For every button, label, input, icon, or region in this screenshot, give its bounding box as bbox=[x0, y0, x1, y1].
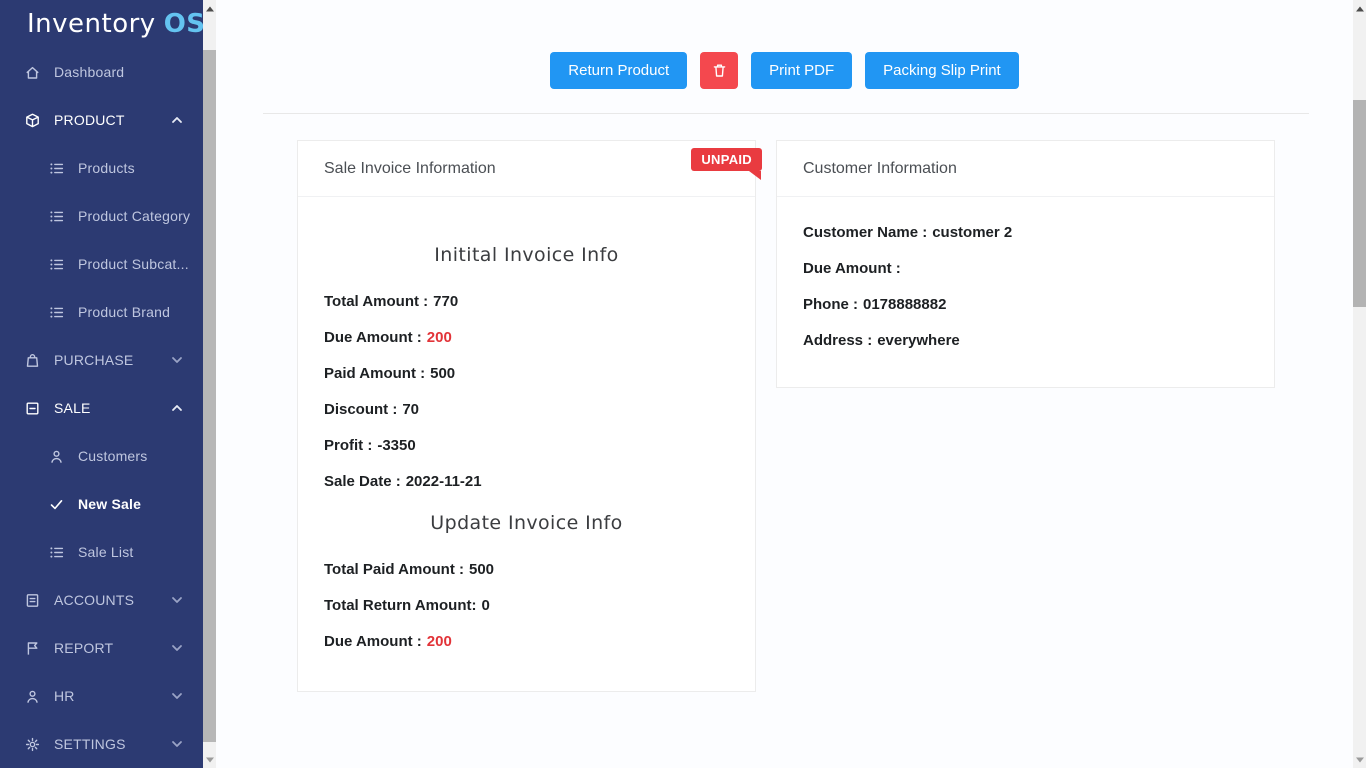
profit-line: Profit :-3350 bbox=[324, 438, 729, 453]
return-product-button[interactable]: Return Product bbox=[550, 52, 687, 89]
sidebar-item-product-category[interactable]: Product Category bbox=[0, 192, 203, 240]
trash-icon bbox=[711, 62, 728, 79]
brand-name: Inventory bbox=[27, 9, 156, 39]
brand-logo: Inventory OS bbox=[0, 0, 203, 48]
sidebar-item-purchase[interactable]: PURCHASE bbox=[0, 336, 203, 384]
paid-amount-line: Paid Amount :500 bbox=[324, 366, 729, 381]
sale-date-line: Sale Date :2022-11-21 bbox=[324, 474, 729, 489]
customer-name-line: Customer Name :customer 2 bbox=[803, 225, 1248, 240]
toolbar: Return Product Print PDF Packing Slip Pr… bbox=[216, 52, 1353, 89]
sale-invoice-card-title: Sale Invoice Information bbox=[324, 160, 496, 178]
scroll-down-arrow-icon[interactable] bbox=[1353, 752, 1366, 767]
customer-info-card: Customer Information Customer Name :cust… bbox=[776, 140, 1275, 388]
customer-info-card-header: Customer Information bbox=[777, 141, 1274, 197]
sidebar-item-products[interactable]: Products bbox=[0, 144, 203, 192]
sale-invoice-card-body: Initital Invoice Info Total Amount :770 … bbox=[298, 242, 755, 649]
brand-suffix: OS bbox=[164, 9, 203, 39]
customer-phone-line: Phone :0178888882 bbox=[803, 297, 1248, 312]
scroll-down-arrow-icon[interactable] bbox=[203, 752, 216, 767]
sidebar-item-new-sale[interactable]: New Sale bbox=[0, 480, 203, 528]
sidebar-item-product-subcategory[interactable]: Product Subcat... bbox=[0, 240, 203, 288]
check-icon bbox=[48, 496, 65, 513]
chevron-down-icon bbox=[169, 688, 185, 704]
chevron-up-icon bbox=[169, 112, 185, 128]
sidebar-item-label: Products bbox=[78, 160, 135, 176]
receipt-icon bbox=[24, 400, 41, 417]
gear-icon bbox=[24, 736, 41, 753]
customer-due-amount-line: Due Amount : bbox=[803, 261, 1248, 276]
person-icon bbox=[48, 448, 65, 465]
sidebar-item-settings[interactable]: SETTINGS bbox=[0, 720, 203, 768]
update-invoice-heading: Update Invoice Info bbox=[324, 510, 729, 536]
sidebar-item-label: Product Brand bbox=[78, 304, 170, 320]
list-icon bbox=[48, 304, 65, 321]
sale-invoice-card: Sale Invoice Information UNPAID Initital… bbox=[297, 140, 756, 692]
scroll-up-arrow-icon[interactable] bbox=[203, 1, 216, 16]
sidebar-item-report[interactable]: REPORT bbox=[0, 624, 203, 672]
sale-invoice-card-header: Sale Invoice Information UNPAID bbox=[298, 141, 755, 197]
flag-icon bbox=[24, 640, 41, 657]
unpaid-status-badge: UNPAID bbox=[691, 148, 762, 171]
main-content: Return Product Print PDF Packing Slip Pr… bbox=[216, 0, 1353, 768]
chevron-down-icon bbox=[169, 352, 185, 368]
chevron-down-icon bbox=[169, 592, 185, 608]
sidebar-item-label: HR bbox=[54, 688, 75, 704]
sidebar-item-label: ACCOUNTS bbox=[54, 592, 134, 608]
discount-line: Discount :70 bbox=[324, 402, 729, 417]
list-icon bbox=[48, 208, 65, 225]
home-icon bbox=[24, 64, 41, 81]
sidebar-item-sale[interactable]: SALE bbox=[0, 384, 203, 432]
due-amount-line: Due Amount :200 bbox=[324, 330, 729, 345]
sidebar-item-label: SETTINGS bbox=[54, 736, 126, 752]
sidebar-item-accounts[interactable]: ACCOUNTS bbox=[0, 576, 203, 624]
sidebar-item-product[interactable]: PRODUCT bbox=[0, 96, 203, 144]
page-scrollbar-thumb[interactable] bbox=[1353, 100, 1366, 307]
list-icon bbox=[48, 256, 65, 273]
chevron-down-icon bbox=[169, 640, 185, 656]
print-pdf-button[interactable]: Print PDF bbox=[751, 52, 852, 89]
person-icon bbox=[24, 688, 41, 705]
delete-button[interactable] bbox=[700, 52, 738, 89]
sidebar-item-label: Sale List bbox=[78, 544, 134, 560]
file-icon bbox=[24, 592, 41, 609]
page-scrollbar[interactable] bbox=[1353, 0, 1366, 768]
sidebar-item-label: SALE bbox=[54, 400, 91, 416]
list-icon bbox=[48, 544, 65, 561]
initial-invoice-heading: Initital Invoice Info bbox=[324, 242, 729, 268]
sidebar-scrollbar[interactable] bbox=[203, 0, 216, 768]
chevron-down-icon bbox=[169, 736, 185, 752]
sidebar: Inventory OS Dashboard PRODUCT Products … bbox=[0, 0, 203, 768]
sidebar-item-label: New Sale bbox=[78, 496, 141, 512]
sidebar-item-label: PURCHASE bbox=[54, 352, 133, 368]
list-icon bbox=[48, 160, 65, 177]
sidebar-item-hr[interactable]: HR bbox=[0, 672, 203, 720]
sidebar-item-dashboard[interactable]: Dashboard bbox=[0, 48, 203, 96]
sidebar-item-sale-list[interactable]: Sale List bbox=[0, 528, 203, 576]
total-amount-line: Total Amount :770 bbox=[324, 294, 729, 309]
due-amount-updated-line: Due Amount :200 bbox=[324, 634, 729, 649]
sidebar-item-label: Customers bbox=[78, 448, 147, 464]
packing-slip-print-button[interactable]: Packing Slip Print bbox=[865, 52, 1019, 89]
total-paid-amount-line: Total Paid Amount :500 bbox=[324, 562, 729, 577]
toolbar-divider bbox=[263, 113, 1309, 114]
scroll-up-arrow-icon[interactable] bbox=[1353, 1, 1366, 16]
sidebar-item-label: REPORT bbox=[54, 640, 113, 656]
sidebar-item-label: Product Subcat... bbox=[78, 256, 189, 272]
customer-info-card-body: Customer Name :customer 2 Due Amount : P… bbox=[777, 197, 1274, 348]
sidebar-item-label: PRODUCT bbox=[54, 112, 125, 128]
sidebar-scrollbar-thumb[interactable] bbox=[203, 50, 216, 742]
chevron-up-icon bbox=[169, 400, 185, 416]
sidebar-item-product-brand[interactable]: Product Brand bbox=[0, 288, 203, 336]
customer-info-card-title: Customer Information bbox=[803, 160, 957, 178]
sidebar-item-label: Product Category bbox=[78, 208, 190, 224]
sidebar-item-customers[interactable]: Customers bbox=[0, 432, 203, 480]
box-icon bbox=[24, 112, 41, 129]
bag-icon bbox=[24, 352, 41, 369]
total-return-amount-line: Total Return Amount:0 bbox=[324, 598, 729, 613]
sidebar-item-label: Dashboard bbox=[54, 64, 124, 80]
customer-address-line: Address :everywhere bbox=[803, 333, 1248, 348]
